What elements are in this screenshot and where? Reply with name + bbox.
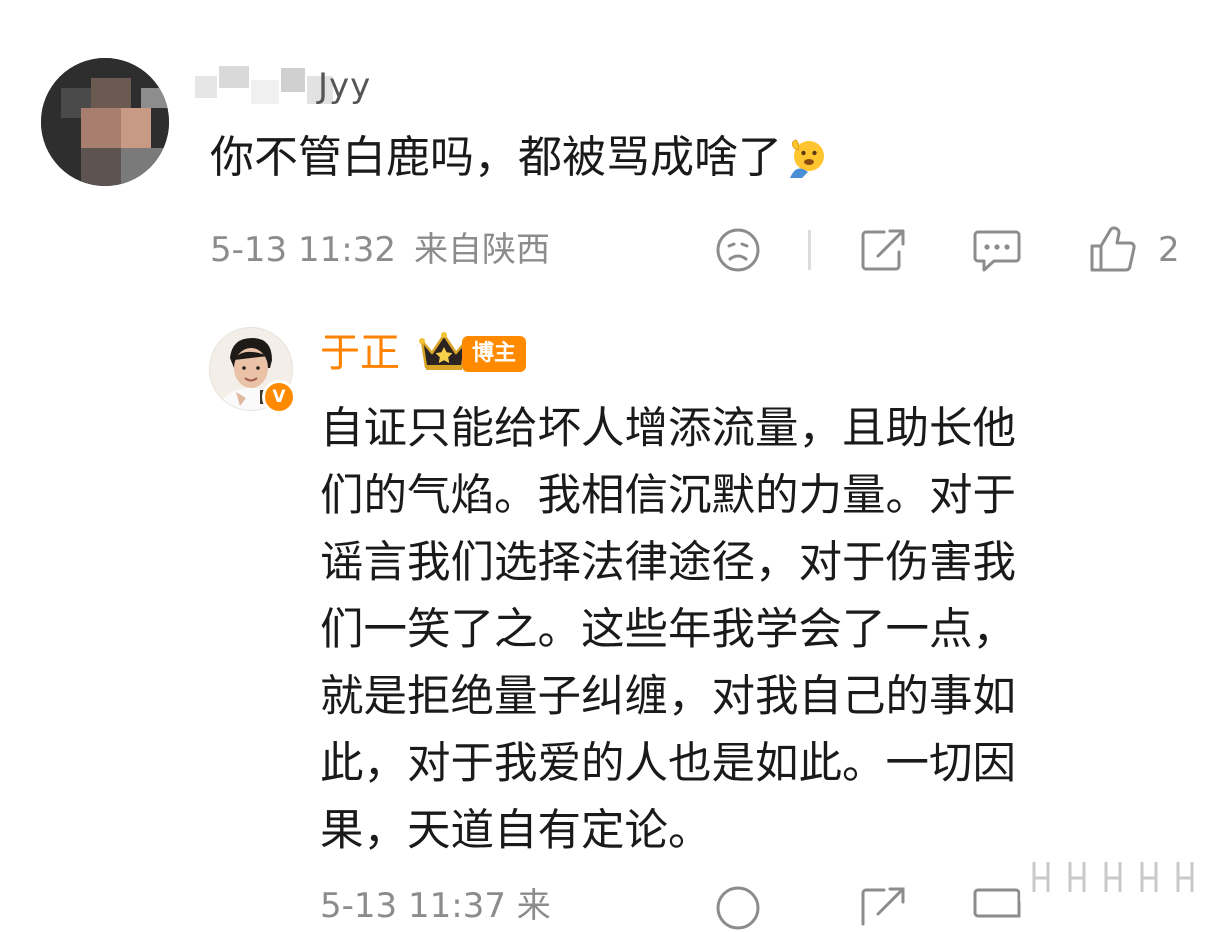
share-icon[interactable] [858, 226, 908, 274]
comment-icon[interactable] [972, 886, 1022, 932]
reply-text-line: 自证只能给坏人增添流量，且助长他 [320, 404, 1016, 454]
reply-author-name[interactable]: 于正 [320, 326, 400, 380]
comment-meta: 5-13 11:32 来自陕西 [210, 226, 550, 274]
blogger-badge: 博主 [462, 336, 527, 372]
comment-text: 你不管白鹿吗，都被骂成啥了 [210, 128, 830, 188]
reply-text-line: 谣言我们选择法律途径，对于伤害我 [320, 538, 1016, 588]
sad-face-icon[interactable] [714, 226, 762, 274]
reply-text-line: 就是拒绝量子纠缠，对我自己的事如 [320, 672, 1016, 722]
commenter-avatar[interactable] [41, 58, 169, 186]
reply-text: 自证只能给坏人增添流量，且助长他 们的气焰。我相信沉默的力量。对于 谣言我们选择… [320, 396, 1150, 865]
thumbs-up-icon[interactable] [1088, 224, 1138, 274]
comment-location: 来自陕西 [413, 230, 550, 270]
watermark [1020, 852, 1216, 902]
comment-icon[interactable] [972, 228, 1022, 274]
reply-text-line: 们一笑了之。这些年我学会了一点， [320, 605, 1016, 655]
commenter-name-redacted [195, 62, 405, 110]
sad-face-icon[interactable] [714, 884, 762, 932]
reply-text-line: 此，对于我爱的人也是如此。一切因 [320, 739, 1016, 789]
reply-text-line: 们的气焰。我相信沉默的力量。对于 [320, 471, 1016, 521]
like-count: 2 [1158, 230, 1180, 270]
commenter-name[interactable]: Jyy [318, 62, 371, 110]
share-icon[interactable] [858, 884, 908, 932]
comment-timestamp: 5-13 11:32 [210, 230, 396, 270]
reply-meta: 5-13 11:37 来 [320, 886, 551, 926]
action-divider [808, 230, 811, 270]
verified-badge-icon: V [262, 380, 296, 414]
salute-face-emoji [788, 134, 830, 178]
comment-text-content: 你不管白鹿吗，都被骂成啥了 [210, 132, 782, 183]
